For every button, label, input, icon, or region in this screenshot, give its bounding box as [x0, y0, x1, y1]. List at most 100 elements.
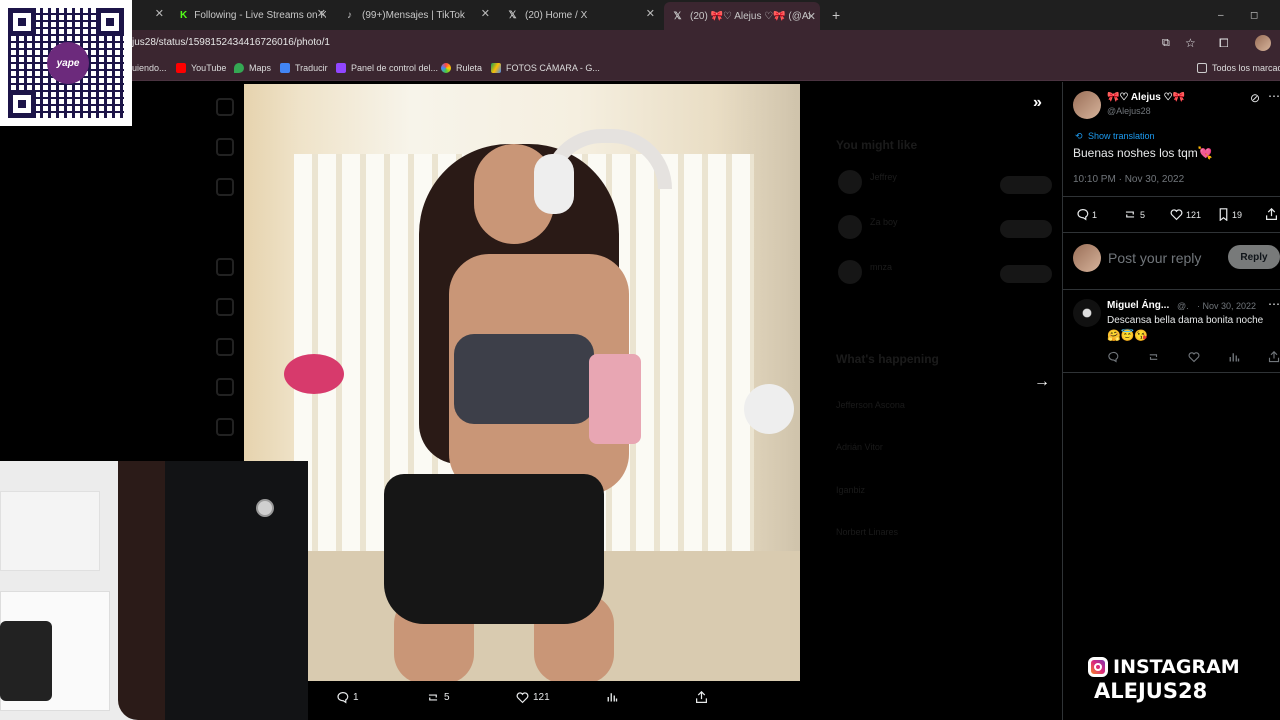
suggest-avatar	[838, 215, 862, 239]
share-action[interactable]	[695, 691, 712, 704]
youtube-icon	[176, 63, 186, 73]
ruleta-icon	[441, 63, 451, 73]
trend-item: Norbert Linares	[836, 527, 899, 537]
more-options-icon[interactable]: ⋯	[1268, 297, 1280, 311]
tweet-like-stat[interactable]: 121	[1170, 208, 1201, 221]
close-tab-icon[interactable]: ✕	[155, 7, 164, 20]
viewer-avatar	[1073, 244, 1101, 272]
grok-icon[interactable]: ⊘	[1250, 91, 1260, 105]
tab-x-profile-active[interactable]: 𝕏 (20) 🎀♡ Alejus ♡🎀 (@Alejus2 ✕	[664, 2, 820, 30]
more-options-icon[interactable]: ⋯	[1268, 89, 1280, 103]
reply-icon	[1077, 209, 1089, 221]
reply-button[interactable]: Reply	[1228, 245, 1280, 269]
reply-input[interactable]: Post your reply	[1108, 250, 1201, 266]
suggest-name: mnza	[870, 262, 893, 272]
next-arrow-icon[interactable]: →	[1034, 373, 1050, 391]
maps-icon	[234, 63, 244, 73]
tweet-timestamp[interactable]: 10:10 PM · Nov 30, 2022	[1073, 174, 1184, 185]
suggest-name: Jeffrey	[870, 172, 897, 182]
bookmark-item[interactable]: uiendo...	[132, 63, 167, 73]
follow-button	[1000, 265, 1052, 283]
photo-top	[454, 334, 594, 424]
tweet-share[interactable]	[1265, 207, 1278, 226]
cam-background-furniture	[0, 491, 100, 571]
messages-icon	[216, 298, 234, 316]
bookmark-panel[interactable]: Panel de control del...	[336, 63, 438, 73]
reply-date[interactable]: · Nov 30, 2022	[1197, 301, 1256, 311]
author-display-name[interactable]: 🎀♡ Alejus ♡🎀	[1107, 92, 1185, 103]
webcam-feed	[0, 461, 308, 720]
share-icon	[1266, 207, 1277, 220]
reply-author-avatar[interactable]	[1073, 299, 1101, 327]
author-handle[interactable]: @Alejus28	[1107, 106, 1151, 116]
show-translation-link[interactable]: Show translation	[1088, 131, 1155, 141]
x-icon: 𝕏	[508, 9, 517, 21]
bookmark-youtube[interactable]: YouTube	[176, 63, 226, 73]
analytics-icon	[607, 693, 618, 702]
photo-shorts	[384, 474, 604, 624]
reply-emojis: 🤗😇😘	[1107, 330, 1149, 342]
like-action[interactable]: 121	[516, 691, 550, 704]
reply-icon[interactable]	[1107, 351, 1119, 363]
heart-icon[interactable]	[1188, 351, 1200, 363]
tweet-repost-stat[interactable]: 5	[1123, 208, 1145, 221]
qr-finder	[8, 90, 36, 118]
heart-icon	[1170, 209, 1183, 221]
tab-label: (20) 🎀♡ Alejus ♡🎀 (@Alejus2	[690, 10, 810, 22]
repost-action[interactable]: 5	[426, 691, 450, 704]
share-icon[interactable]	[1268, 351, 1280, 363]
bookmark-star-icon[interactable]: ☆	[1185, 36, 1196, 50]
tab-label: Following - Live Streams on Ki	[194, 9, 326, 21]
home-icon	[216, 138, 234, 156]
close-tab-icon[interactable]: ✕	[317, 7, 326, 20]
repost-icon[interactable]	[1147, 351, 1160, 363]
analytics-icon[interactable]	[1228, 351, 1240, 363]
extensions-icon[interactable]: ⧠	[1219, 36, 1229, 51]
expand-sidebar-icon[interactable]: »	[1033, 94, 1042, 112]
kick-icon: K	[180, 9, 188, 21]
tab-tiktok[interactable]: ♪ (99+)Mensajes | TikTok ✕	[344, 4, 490, 26]
tweet-reply-stat[interactable]: 1	[1076, 208, 1097, 221]
tweet-bookmark-stat[interactable]: 19	[1218, 208, 1242, 221]
suggest-avatar	[838, 260, 862, 284]
bookmark-drive[interactable]: FOTOS CÁMARA - G...	[491, 63, 600, 73]
heart-icon	[516, 692, 529, 704]
bookmark-maps[interactable]: Maps	[234, 63, 271, 73]
bookmark-ruleta[interactable]: Ruleta	[441, 63, 482, 73]
reply-author-handle[interactable]: @.	[1177, 301, 1189, 311]
tab-kick-partial[interactable]: ✕	[134, 4, 164, 26]
tab-kick-following[interactable]: K Following - Live Streams on Ki ✕	[180, 4, 326, 26]
suggest-avatar	[838, 170, 862, 194]
tab-label: (99+)Mensajes | TikTok	[362, 9, 465, 21]
close-tab-icon[interactable]: ✕	[481, 7, 490, 20]
profile-icon	[216, 418, 234, 436]
trend-item: Adrián Vitor	[836, 442, 883, 452]
follow-button	[1000, 176, 1052, 194]
tab-x-home[interactable]: 𝕏 (20) Home / X ✕	[507, 4, 655, 26]
all-bookmarks[interactable]: Todos los marcad	[1197, 63, 1280, 73]
yape-logo: yape	[47, 42, 89, 84]
new-tab-button[interactable]: +	[832, 4, 846, 26]
minimize-icon[interactable]: –	[1218, 4, 1228, 26]
views-action[interactable]	[606, 691, 622, 703]
repost-icon	[428, 694, 438, 701]
close-tab-icon[interactable]: ✕	[646, 7, 655, 20]
translate-icon: ⟲	[1075, 131, 1083, 141]
address-bar: jus28/status/1598152434416726016/photo/1…	[0, 30, 1280, 57]
bookmark-icon	[1219, 208, 1228, 221]
follow-button	[1000, 220, 1052, 238]
reply-author-name[interactable]: Miguel Áng...	[1107, 300, 1169, 311]
tweet-photo[interactable]	[244, 84, 800, 681]
cam-pendant	[256, 499, 274, 517]
share-icon	[696, 691, 707, 703]
url-input[interactable]: jus28/status/1598152434416726016/photo/1	[132, 37, 330, 48]
author-avatar[interactable]	[1073, 91, 1101, 119]
reply-action[interactable]: 1	[336, 691, 359, 704]
bookmark-translate[interactable]: Traducir	[280, 63, 328, 73]
profile-avatar[interactable]	[1255, 35, 1271, 51]
close-tab-icon[interactable]: ✕	[807, 10, 816, 23]
trend-item: Iganbiz	[836, 485, 866, 495]
restore-icon[interactable]: ◻	[1250, 4, 1260, 26]
reply-icon	[337, 692, 349, 704]
install-app-icon[interactable]: ⧉	[1162, 37, 1170, 50]
